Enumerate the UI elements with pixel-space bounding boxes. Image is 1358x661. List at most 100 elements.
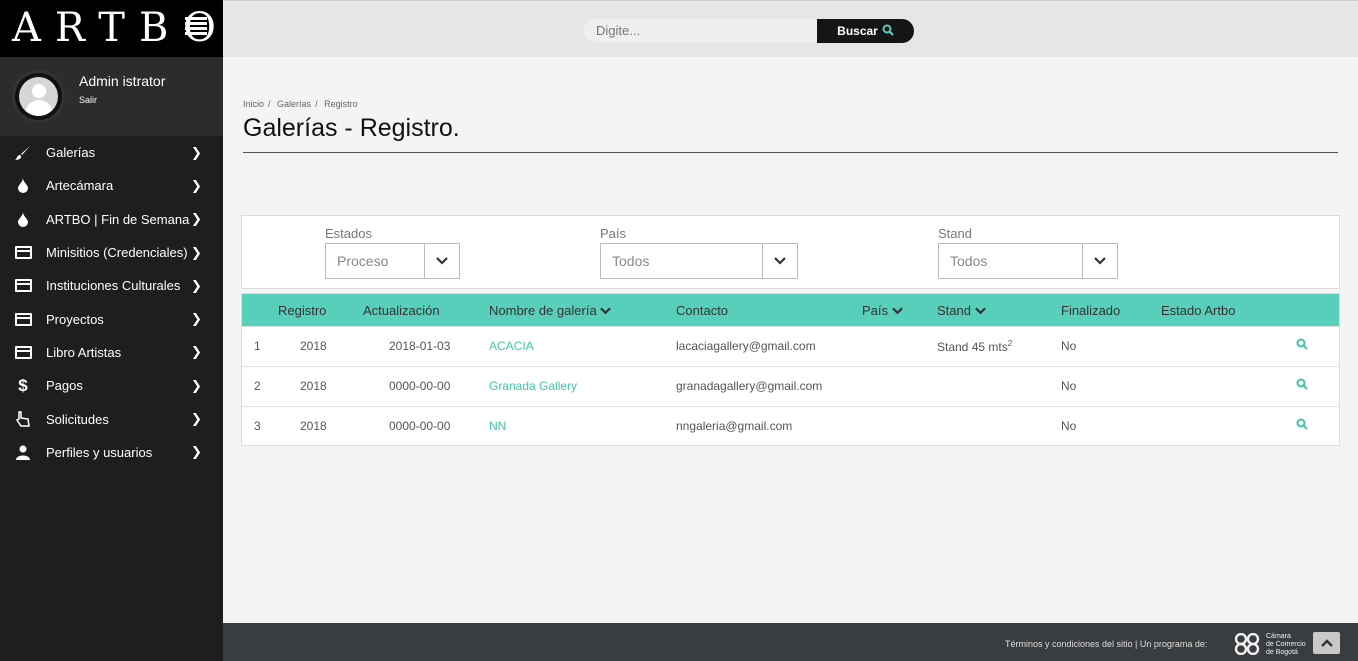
cell-stand-text: Stand 45 mts [937, 340, 1008, 354]
logo-bar: ARTBO [0, 0, 223, 57]
chevron-down-icon[interactable] [1082, 244, 1117, 278]
cell-nombre-link[interactable]: ACACIA [489, 339, 534, 353]
sidebar-item-solicitudes[interactable]: Solicitudes ❯ [0, 402, 223, 435]
chevron-up-icon [1320, 639, 1333, 647]
credit-card-icon [14, 311, 32, 327]
table-row: 2 2018 0000-00-00 Granada Gallery granad… [242, 366, 1339, 406]
sidebar-item-label: Instituciones Culturales [46, 278, 181, 294]
sidebar-item-artbo-fin-de-semana[interactable]: ARTBO | Fin de Semana ❯ [0, 203, 223, 236]
chevron-down-icon[interactable] [424, 244, 459, 278]
col-pais-sort[interactable]: País [862, 303, 903, 318]
chevron-right-icon: ❯ [191, 244, 202, 260]
ccb-logo-text: Cámara de Comercio de Bogotá [1266, 633, 1306, 657]
chevron-right-icon: ❯ [191, 177, 202, 193]
col-pais: País [862, 303, 889, 318]
ccb-line: de Bogotá [1266, 649, 1298, 656]
col-stand-sort[interactable]: Stand [937, 303, 986, 318]
sidebar-item-minisitios[interactable]: Minisitios (Credenciales) ❯ [0, 236, 223, 269]
filter-stand-label: Stand [938, 226, 972, 241]
row-number: 3 [254, 419, 261, 433]
filter-pais-select[interactable]: Todos [600, 243, 798, 279]
sort-chevron-icon [600, 307, 612, 315]
search-button[interactable]: Buscar [817, 19, 914, 43]
hand-pointer-icon [14, 411, 32, 427]
ccb-logo-icon [1234, 632, 1264, 656]
col-contacto: Contacto [676, 303, 729, 318]
top-bar: Buscar [223, 0, 1358, 57]
filter-pais-label: País [600, 226, 627, 241]
chevron-right-icon: ❯ [191, 311, 202, 327]
galleries-table: Registro Actualización Nombre de galería… [241, 293, 1340, 446]
drop-icon [14, 211, 32, 227]
filter-stand-value: Todos [950, 253, 988, 269]
sidebar-nav: Galerías ❯ Artecámara ❯ ARTBO | Fin de S… [0, 136, 223, 469]
cell-stand: Stand 45 mts2 [937, 339, 1012, 354]
sidebar-item-pagos[interactable]: $ Pagos ❯ [0, 369, 223, 402]
footer-terms-link[interactable]: Términos y condiciones del sitio | Un pr… [1005, 639, 1207, 649]
sidebar: ARTBO Admin istrator Salir Galerías ❯ Ar… [0, 0, 223, 661]
search-input[interactable] [584, 19, 818, 42]
user-panel: Admin istrator Salir [0, 57, 223, 136]
cell-finalizado: No [1061, 379, 1077, 393]
filters-panel: Estados Proceso País Todos Stand Todos [241, 215, 1340, 289]
sidebar-item-label: ARTBO | Fin de Semana [46, 211, 190, 227]
sidebar-item-label: Artecámara [46, 178, 114, 194]
sidebar-item-label: Proyectos [46, 311, 104, 327]
col-nombre-sort[interactable]: Nombre de galería [489, 303, 612, 318]
scroll-top-button[interactable] [1313, 632, 1340, 654]
cell-contacto: granadagallery@gmail.com [676, 379, 823, 393]
user-name: Admin istrator [79, 73, 166, 89]
sidebar-item-perfiles-y-usuarios[interactable]: Perfiles y usuarios ❯ [0, 436, 223, 469]
col-stand: Stand [937, 303, 971, 318]
cell-registro: 2018 [300, 379, 327, 393]
sidebar-item-proyectos[interactable]: Proyectos ❯ [0, 302, 223, 335]
cell-actualizacion: 0000-00-00 [389, 379, 451, 393]
breadcrumb-galerias[interactable]: Galerías [277, 99, 311, 109]
ccb-line: de Comercio [1266, 641, 1306, 648]
logout-link[interactable]: Salir [79, 95, 97, 105]
col-estado-artbo: Estado Artbo [1161, 303, 1236, 318]
cell-actualizacion: 2018-01-03 [389, 339, 451, 353]
filter-estados-value: Proceso [337, 253, 389, 269]
sort-chevron-icon [891, 307, 903, 315]
drop-icon [14, 178, 32, 194]
cell-nombre-link[interactable]: NN [489, 419, 506, 433]
cell-registro: 2018 [300, 339, 327, 353]
chevron-right-icon: ❯ [191, 411, 202, 427]
chevron-right-icon: ❯ [191, 377, 202, 393]
cell-contacto: lacaciagallery@gmail.com [676, 339, 816, 353]
avatar [12, 70, 65, 123]
view-search-icon[interactable] [1296, 378, 1308, 393]
sidebar-item-galerias[interactable]: Galerías ❯ [0, 136, 223, 169]
filter-estados-select[interactable]: Proceso [325, 243, 460, 279]
view-search-icon[interactable] [1296, 338, 1308, 353]
user-icon [14, 444, 32, 460]
breadcrumb-inicio[interactable]: Inicio [243, 99, 264, 109]
filter-stand-select[interactable]: Todos [938, 243, 1118, 279]
view-search-icon[interactable] [1296, 418, 1308, 433]
sidebar-item-label: Pagos [46, 378, 83, 394]
chevron-right-icon: ❯ [191, 144, 202, 160]
cell-contacto: nngaleria@gmail.com [676, 419, 793, 433]
ccb-line: Cámara [1266, 633, 1291, 640]
chevron-down-icon[interactable] [762, 244, 797, 278]
sidebar-item-label: Galerías [46, 145, 96, 161]
chevron-right-icon: ❯ [191, 344, 202, 360]
sidebar-item-artecamara[interactable]: Artecámara ❯ [0, 169, 223, 202]
sidebar-item-label: Solicitudes [46, 411, 109, 427]
sort-chevron-icon [974, 307, 986, 315]
search-icon [882, 24, 894, 39]
credit-card-icon [14, 278, 32, 294]
search-button-label: Buscar [837, 24, 878, 38]
chevron-right-icon: ❯ [191, 277, 202, 293]
breadcrumb: Inicio / Galerías / Registro [243, 99, 358, 109]
sidebar-item-instituciones-culturales[interactable]: Instituciones Culturales ❯ [0, 269, 223, 302]
menu-toggle-icon[interactable] [185, 17, 207, 35]
credit-card-icon [14, 245, 32, 261]
sidebar-item-label: Perfiles y usuarios [46, 444, 153, 460]
chevron-right-icon: ❯ [191, 211, 202, 227]
table-row: 1 2018 2018-01-03 ACACIA lacaciagallery@… [242, 326, 1339, 366]
sidebar-item-libro-artistas[interactable]: Libro Artistas ❯ [0, 336, 223, 369]
filter-pais-value: Todos [612, 253, 650, 269]
cell-nombre-link[interactable]: Granada Gallery [489, 379, 577, 393]
